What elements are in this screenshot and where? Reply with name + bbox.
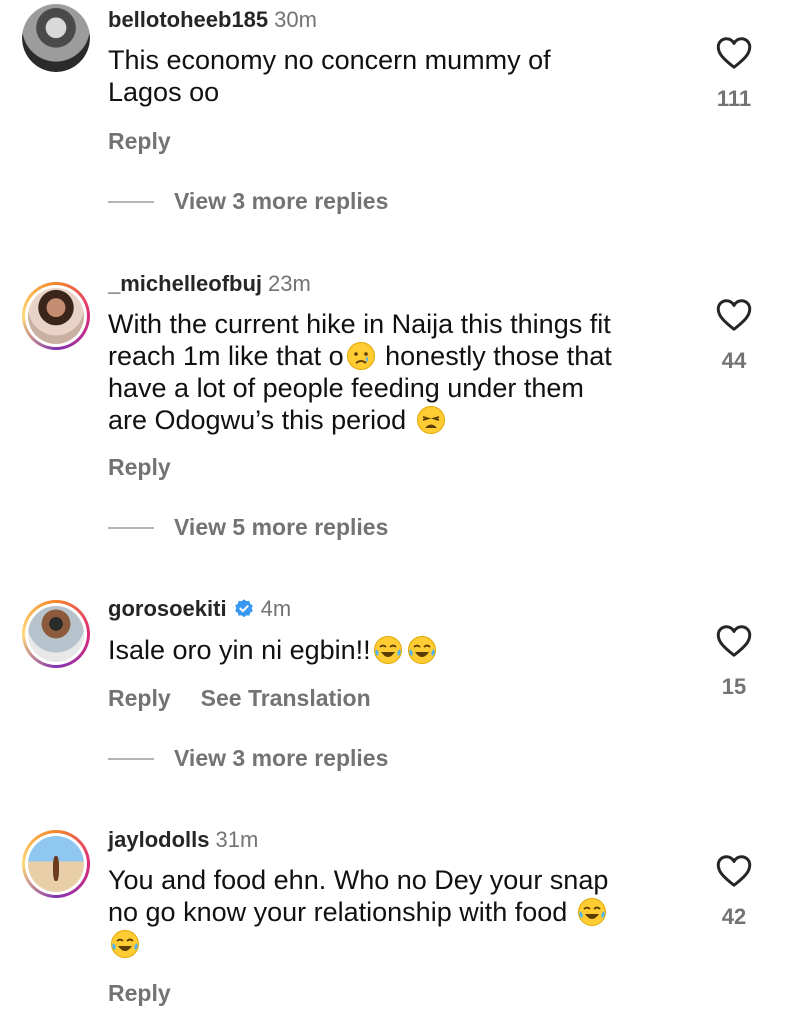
avatar[interactable] (22, 600, 90, 668)
avatar[interactable] (22, 4, 90, 72)
tears-of-joy-emoji (407, 636, 436, 664)
username[interactable]: gorosoekiti (108, 596, 227, 621)
comment-text: Isale oro yin ni egbin!! (108, 634, 678, 666)
see-translation-button[interactable]: See Translation (201, 685, 371, 711)
like-count: 15 (721, 674, 747, 699)
reply-button[interactable]: Reply (108, 980, 171, 1006)
comment-header: bellotoheeb185 30m (108, 6, 317, 34)
username[interactable]: _michelleofbuj (108, 271, 262, 296)
divider (108, 757, 154, 760)
comment-header: gorosoekiti 4m (108, 595, 291, 623)
timestamp: 30m (274, 7, 317, 32)
like-count: 44 (721, 348, 747, 373)
view-more-replies[interactable]: View 3 more replies (108, 188, 388, 215)
reply-button[interactable]: Reply (108, 685, 171, 711)
tears-of-joy-emoji (373, 636, 402, 664)
reply-button[interactable]: Reply (108, 128, 171, 154)
heart-icon[interactable] (716, 36, 752, 70)
tears-of-joy-emoji (577, 898, 606, 926)
comment-text: This economy no concern mummy of Lagos o… (108, 45, 551, 107)
avatar[interactable] (22, 282, 90, 350)
heart-icon[interactable] (716, 298, 752, 332)
comment-text: You and food ehn. Who no Dey your snap n… (108, 864, 678, 960)
username[interactable]: bellotoheeb185 (108, 7, 268, 32)
comment-actions: Reply See Translation (108, 685, 371, 712)
weary-face-emoji (416, 406, 445, 434)
comments-feed: bellotoheeb185 30m This economy no concer… (0, 0, 790, 1024)
comment-header: jaylodolls 31m (108, 826, 258, 854)
crying-face-emoji (346, 342, 375, 370)
comment-text: With the current hike in Naija this thin… (108, 309, 612, 435)
divider (108, 526, 154, 529)
heart-icon[interactable] (716, 624, 752, 658)
comment-header: _michelleofbuj 23m (108, 270, 311, 298)
view-more-replies[interactable]: View 5 more replies (108, 514, 388, 541)
divider (108, 200, 154, 203)
timestamp: 4m (260, 596, 292, 621)
verified-icon (234, 599, 253, 618)
tears-of-joy-emoji (111, 930, 139, 958)
view-more-replies[interactable]: View 3 more replies (108, 745, 388, 772)
comment-actions: Reply (108, 128, 171, 155)
comment-actions: Reply (108, 454, 171, 481)
like-count: 111 (716, 86, 752, 111)
heart-icon[interactable] (716, 854, 752, 888)
avatar[interactable] (22, 830, 90, 898)
like-count: 42 (721, 904, 747, 929)
comment-actions: Reply (108, 980, 171, 1007)
timestamp: 31m (215, 827, 259, 852)
timestamp: 23m (268, 271, 311, 296)
username[interactable]: jaylodolls (108, 827, 209, 852)
reply-button[interactable]: Reply (108, 454, 171, 480)
